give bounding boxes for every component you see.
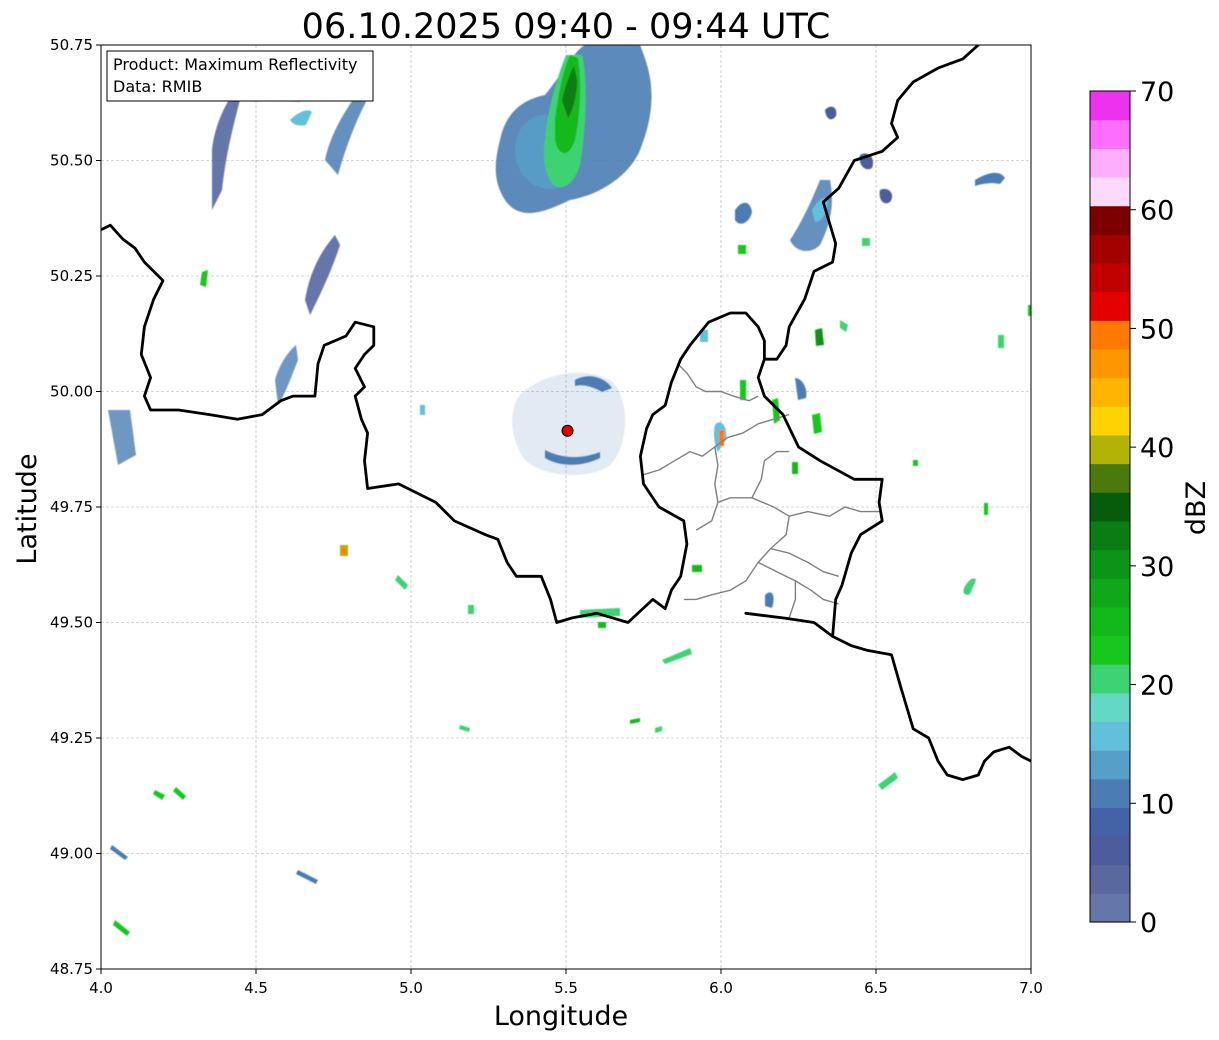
colorbar-label: dBZ <box>1181 481 1212 535</box>
x-tick-label: 4.5 <box>244 979 268 997</box>
colorbar-tick-label: 10 <box>1140 789 1174 820</box>
x-tick-label: 7.0 <box>1019 979 1043 997</box>
y-tick-label: 50.00 <box>50 383 93 401</box>
colorbar-segment <box>1090 492 1130 522</box>
colorbar-segment <box>1090 635 1130 665</box>
colorbar-tick-label: 30 <box>1140 552 1174 583</box>
radar-map-figure: 06.10.2025 09:40 - 09:44 UTC Product: Ma… <box>12 7 1212 1032</box>
colorbar-segment <box>1090 406 1130 436</box>
x-tick-label: 5.5 <box>554 979 578 997</box>
y-tick-label: 50.25 <box>50 267 93 285</box>
colorbar-segment <box>1090 664 1130 694</box>
colorbar-segment <box>1090 549 1130 579</box>
colorbar-segment <box>1090 262 1130 293</box>
x-axis-label: Longitude <box>494 1001 628 1032</box>
colorbar-segment <box>1090 148 1130 178</box>
colorbar: 0 10 20 30 40 50 60 70 <box>1089 77 1174 939</box>
x-tick-label: 5.0 <box>399 979 423 997</box>
colorbar-segment <box>1090 320 1130 350</box>
colorbar-segment <box>1090 348 1130 379</box>
colorbar-segment <box>1090 434 1130 465</box>
colorbar-tick-label: 60 <box>1140 196 1174 227</box>
info-data-source: Data: RMIB <box>113 77 202 96</box>
colorbar-segment <box>1090 721 1130 751</box>
colorbar-segment <box>1090 463 1130 493</box>
colorbar-segment <box>1090 205 1130 235</box>
colorbar-tick-label: 50 <box>1140 314 1174 345</box>
x-axis-ticks: 4.0 4.5 5.0 5.5 6.0 6.5 7.0 <box>89 969 1043 997</box>
y-tick-label: 49.25 <box>50 729 93 747</box>
colorbar-segment <box>1090 778 1130 808</box>
colorbar-segment <box>1090 606 1130 637</box>
colorbar-segment <box>1090 864 1130 894</box>
colorbar-segment <box>1090 119 1130 149</box>
y-axis-ticks: 48.75 49.00 49.25 49.50 49.75 50.00 50.25 50.50… <box>50 36 101 978</box>
colorbar-segment <box>1090 692 1130 723</box>
y-axis-label: Latitude <box>12 453 43 564</box>
colorbar-segment <box>1090 291 1130 321</box>
info-product: Product: Maximum Reflectivity <box>113 55 357 74</box>
colorbar-segment <box>1090 176 1130 207</box>
x-tick-label: 4.0 <box>89 979 113 997</box>
x-tick-label: 6.5 <box>864 979 888 997</box>
colorbar-tick-label: 70 <box>1140 77 1174 108</box>
colorbar-segment <box>1090 91 1130 121</box>
colorbar-segment <box>1090 377 1130 407</box>
y-tick-label: 48.75 <box>50 960 93 978</box>
y-tick-label: 49.75 <box>50 498 93 516</box>
info-box: Product: Maximum Reflectivity Data: RMIB <box>106 50 374 102</box>
colorbar-tick-label: 0 <box>1140 908 1157 939</box>
x-tick-label: 6.0 <box>709 979 733 997</box>
colorbar-tick-label: 20 <box>1140 671 1174 702</box>
colorbar-segment <box>1090 807 1130 837</box>
colorbar-tick-label: 40 <box>1140 433 1174 464</box>
radar-site-marker <box>561 424 574 437</box>
colorbar-segment <box>1090 836 1130 866</box>
colorbar-segment <box>1090 578 1130 608</box>
colorbar-segment <box>1090 520 1130 551</box>
colorbar-segment <box>1090 234 1130 264</box>
colorbar-segment <box>1090 893 1130 923</box>
y-tick-label: 49.00 <box>50 845 93 863</box>
y-tick-label: 49.50 <box>50 614 93 632</box>
y-tick-label: 50.75 <box>50 36 93 54</box>
radar-site-layer <box>561 424 574 437</box>
map-title: 06.10.2025 09:40 - 09:44 UTC <box>302 7 831 47</box>
y-tick-label: 50.50 <box>50 152 93 170</box>
colorbar-segment <box>1090 750 1130 780</box>
